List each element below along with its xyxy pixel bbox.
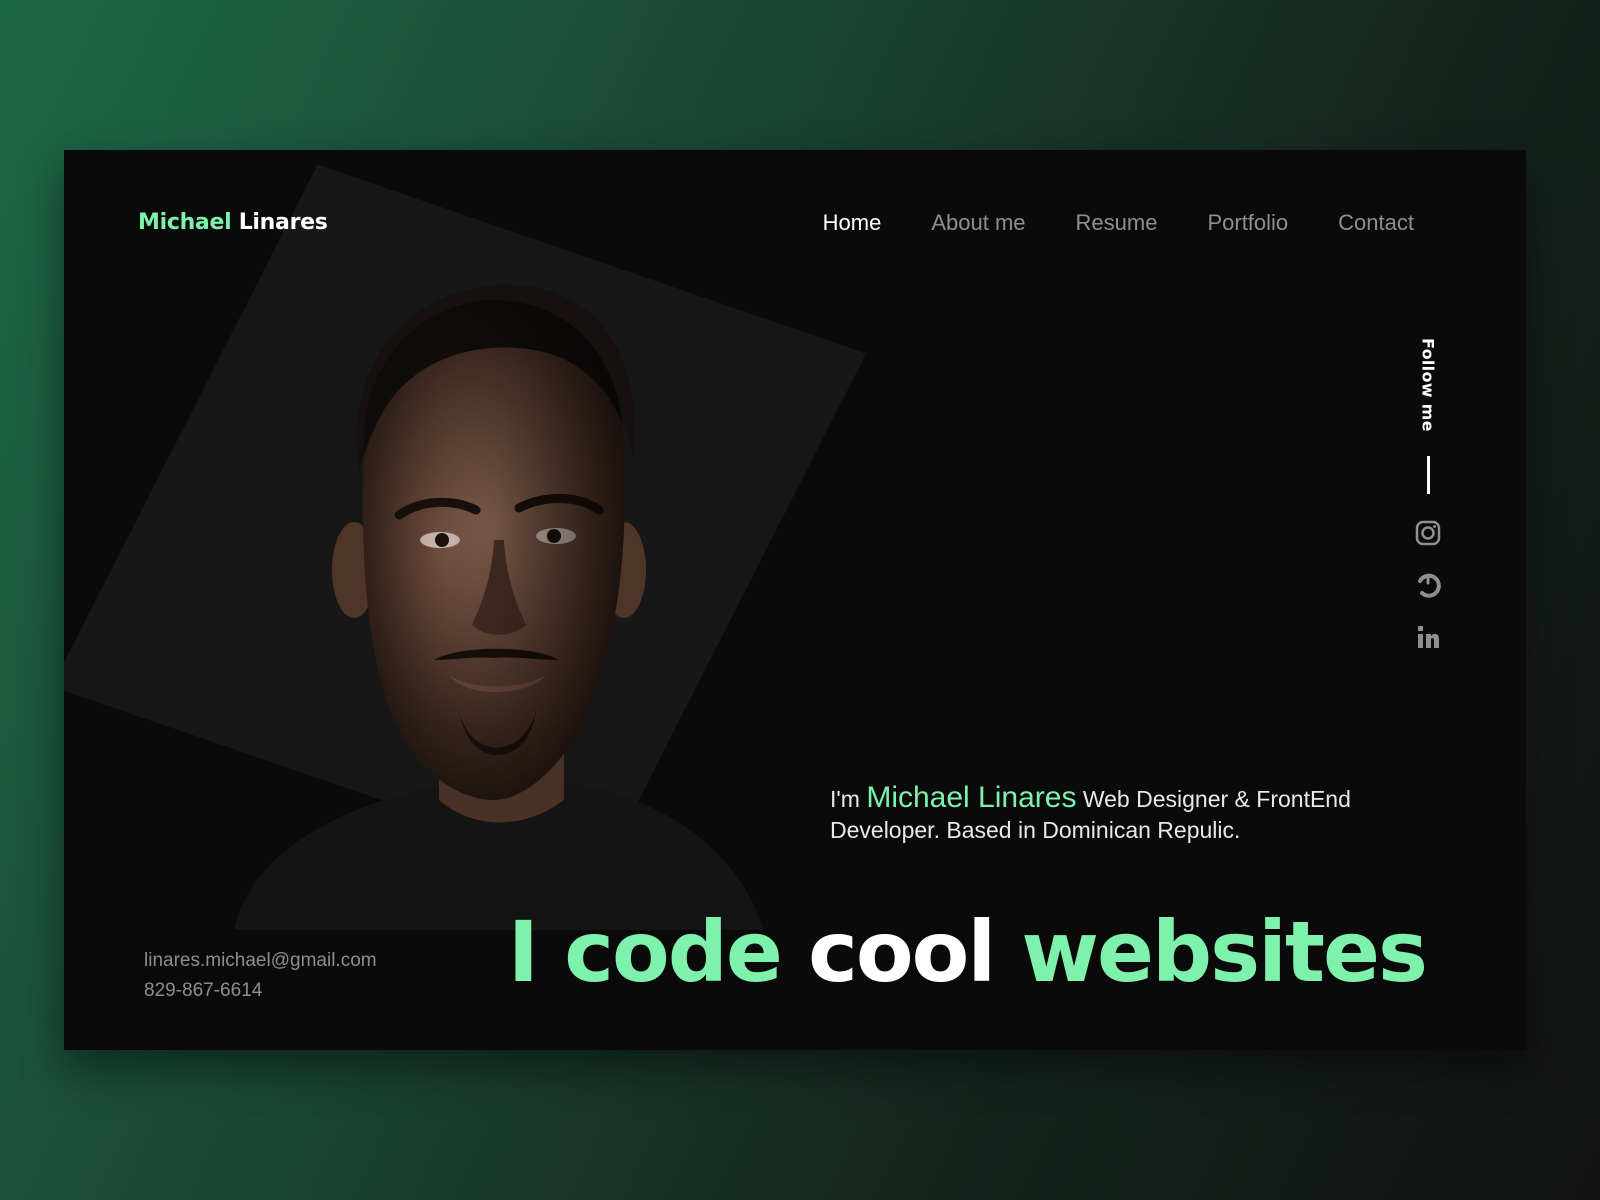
intro-text: I'm Michael Linares Web Designer & Front…	[830, 782, 1390, 846]
headline: I code cool websites	[508, 910, 1428, 994]
headline-word-websites: websites	[1021, 903, 1428, 1001]
intro-prefix: I'm	[830, 786, 860, 812]
intro-name: Michael Linares	[866, 781, 1077, 814]
logo-first-name: Michael	[138, 210, 232, 235]
instagram-icon[interactable]	[1413, 518, 1443, 548]
nav-home[interactable]: Home	[823, 210, 882, 236]
follow-label: Follow me	[1418, 338, 1438, 432]
phone-number[interactable]: 829-867-6614	[144, 976, 377, 1006]
headline-word-i: I	[507, 903, 539, 1001]
intro-role: Web Designer & FrontEnd	[1082, 786, 1351, 812]
linkedin-icon[interactable]	[1413, 622, 1443, 652]
nav-contact[interactable]: Contact	[1338, 210, 1414, 236]
nav-portfolio[interactable]: Portfolio	[1207, 210, 1288, 236]
main-nav: Home About me Resume Portfolio Contact	[823, 210, 1414, 236]
logo[interactable]: Michael Linares	[138, 210, 328, 235]
contact-info: linares.michael@gmail.com 829-867-6614	[144, 946, 377, 1006]
headline-word-cool: cool	[808, 903, 996, 1001]
follow-sidebar: Follow me	[1408, 338, 1448, 674]
nav-resume[interactable]: Resume	[1076, 210, 1158, 236]
follow-divider	[1426, 455, 1430, 494]
dribbble-icon[interactable]	[1413, 570, 1443, 600]
intro-location: Developer. Based in Dominican Repulic.	[830, 817, 1241, 843]
nav-about-me[interactable]: About me	[931, 210, 1025, 236]
portrait-photo	[234, 284, 764, 930]
headline-word-code: code	[564, 903, 783, 1001]
email-link[interactable]: linares.michael@gmail.com	[144, 946, 377, 976]
hero-card: Michael Linares Home About me Resume Por…	[64, 150, 1526, 1050]
logo-last-name: Linares	[238, 210, 328, 235]
